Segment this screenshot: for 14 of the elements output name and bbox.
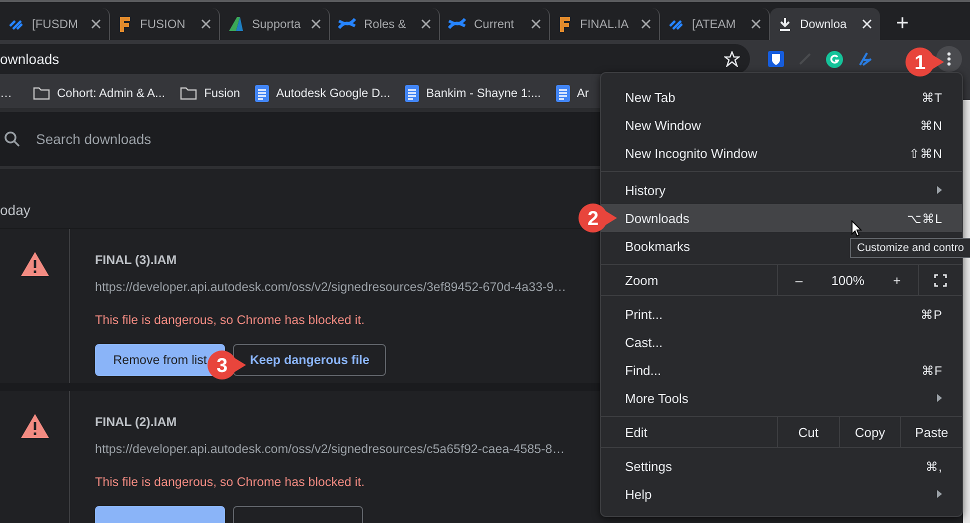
zoom-label: Zoom [624, 272, 660, 290]
address-text: ownloads [0, 51, 60, 67]
file-name: FINAL (2).IAM [95, 415, 177, 429]
file-name: FINAL (3).IAM [95, 253, 177, 267]
zoom-value: 100% [831, 272, 864, 288]
warning-text: This file is dangerous, so Chrome has blocked it. [95, 313, 365, 327]
edit-label: Edit [624, 424, 648, 442]
file-url: https://developer.api.autodesk.com/oss/v2/signedresources/3ef89452-670d-4a33-9… [95, 280, 566, 294]
file-url: https://developer.api.autodesk.com/oss/v2/signedresources/c5a65f92-caea-4585-8… [95, 442, 565, 456]
tooltip: Customize and contro [850, 238, 970, 258]
warning-text: This file is dangerous, so Chrome has blocked it. [95, 475, 365, 489]
step-marker-overlay: 2 [578, 203, 618, 233]
step-marker-overlay: 1 [905, 47, 945, 77]
step-marker-overlay: 3 [207, 350, 247, 380]
